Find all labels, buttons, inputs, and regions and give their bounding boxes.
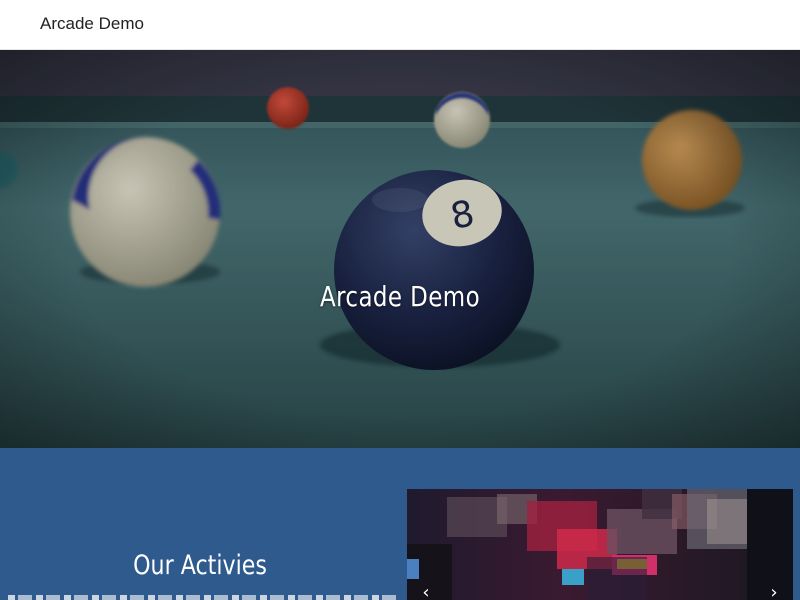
activities-description bbox=[8, 595, 398, 600]
site-title[interactable]: Arcade Demo bbox=[40, 14, 144, 34]
site-header: Arcade Demo bbox=[0, 0, 800, 50]
activities-section: Our Activies ‹ › bbox=[0, 448, 800, 600]
hero-title: Arcade Demo bbox=[319, 280, 481, 313]
hero-image: 8 bbox=[0, 50, 800, 448]
carousel-image bbox=[407, 489, 793, 600]
hero-banner: 8 Arcade Demo bbox=[0, 50, 800, 448]
activities-title: Our Activies bbox=[133, 550, 267, 581]
activities-carousel[interactable]: ‹ › bbox=[407, 489, 793, 600]
chevron-right-icon[interactable]: › bbox=[764, 583, 784, 600]
chevron-left-icon[interactable]: ‹ bbox=[416, 583, 436, 600]
